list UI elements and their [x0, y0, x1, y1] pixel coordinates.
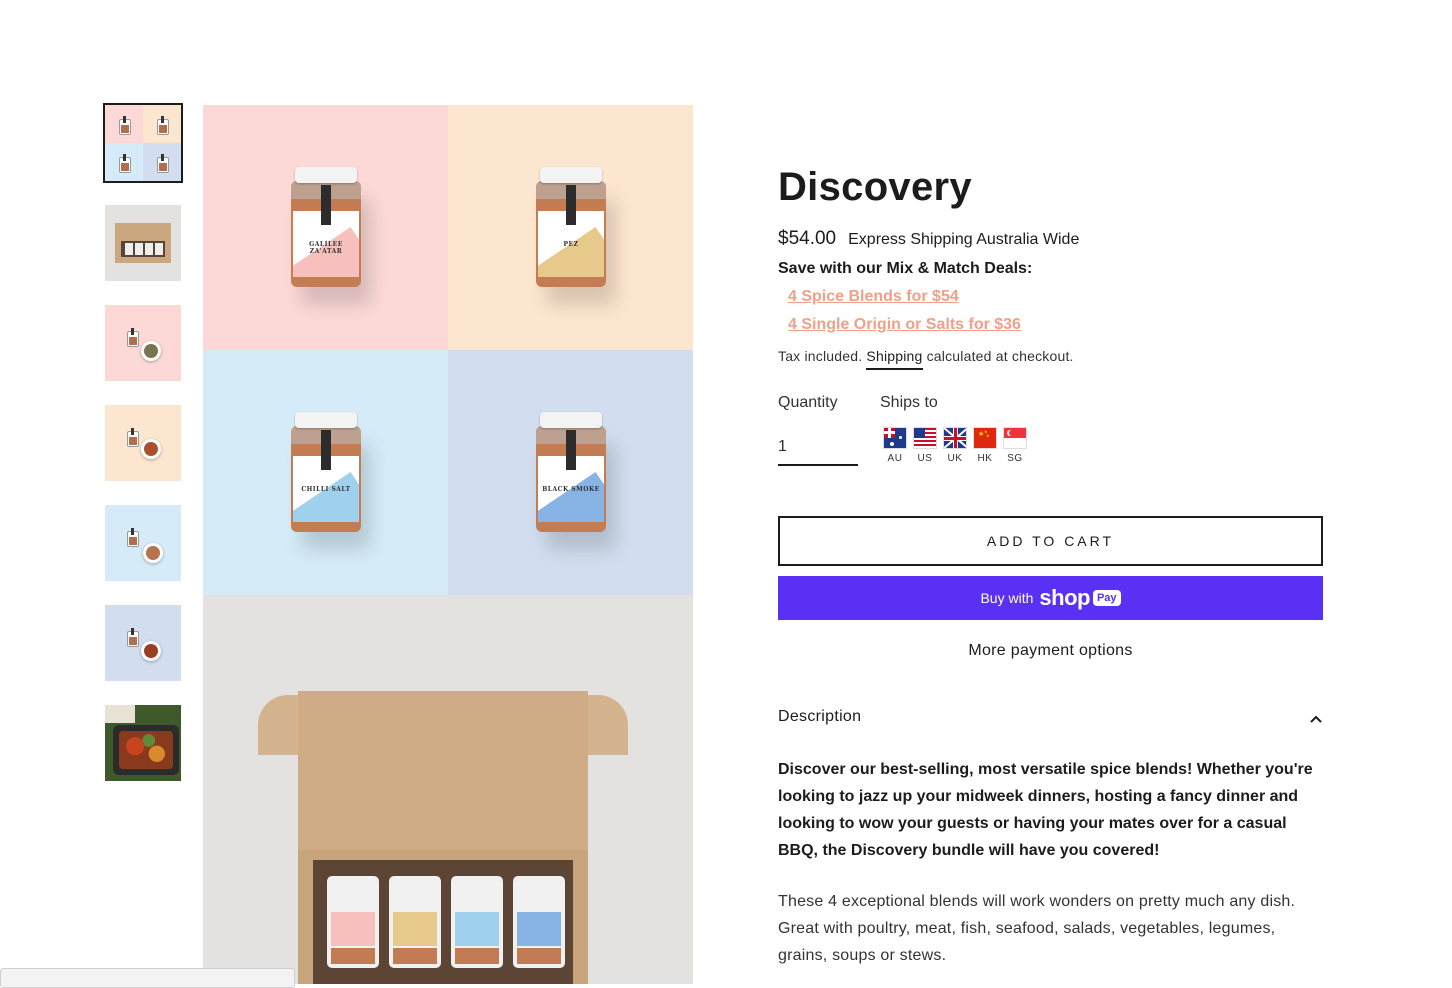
shop-pay-button[interactable]: Buy with shop Pay [778, 576, 1323, 620]
thumbnail-list [103, 103, 183, 805]
thumbnail-roast-dish[interactable] [105, 705, 181, 781]
product-info: Discovery $54.00 Express Shipping Austral… [778, 160, 1323, 969]
product-title: Discovery [778, 165, 972, 209]
jar-pez: PEZ [448, 105, 693, 350]
bottom-popup-tab[interactable] [0, 968, 295, 988]
shop-logo: shop [1039, 585, 1090, 610]
description-toggle[interactable]: Description [778, 708, 1323, 732]
jar-label: CHILLI SALT [301, 486, 351, 493]
thumbnail-gift-box[interactable] [105, 205, 181, 281]
chevron-up-icon [1310, 715, 1322, 723]
shipping-note: Express Shipping Australia Wide [848, 231, 1080, 248]
tax-suffix: calculated at checkout. [926, 348, 1074, 364]
thumbnail-pez-jar[interactable] [105, 405, 181, 481]
add-to-cart-button[interactable]: ADD TO CART [778, 516, 1323, 566]
deal-link-spice-blends[interactable]: 4 Spice Blends for $54 [788, 288, 1323, 306]
shipping-link[interactable]: Shipping [866, 348, 923, 370]
thumbnail-black-smoke-jar[interactable] [105, 605, 181, 681]
jar-black-smoke: BLACK SMOKE [448, 350, 693, 595]
flag-uk: UK [940, 427, 970, 464]
usa-flag-icon [913, 427, 937, 449]
tax-note: Tax included. Shipping calculated at che… [778, 348, 1323, 370]
flag-code: SG [1007, 453, 1023, 464]
flag-code: HK [977, 453, 993, 464]
flag-code: AU [887, 453, 903, 464]
flag-hk: ★ ★ ★ HK [970, 427, 1000, 464]
description-body: These 4 exceptional blends will work won… [778, 893, 1296, 964]
jar-label: PEZ [563, 241, 579, 248]
jar-label: GALILEE ZA'ATAR [309, 241, 343, 255]
flag-code: US [917, 453, 933, 464]
more-payment-options-link[interactable]: More payment options [778, 642, 1323, 660]
tax-prefix: Tax included. [778, 348, 863, 364]
uk-flag-icon [943, 427, 967, 449]
jar-chilli-salt: CHILLI SALT [203, 350, 448, 595]
description-lead: Discover our best-selling, most versatil… [778, 761, 1313, 859]
deals-heading: Save with our Mix & Match Deals: [778, 260, 1033, 277]
thumbnail-chilli-salt-jar[interactable] [105, 505, 181, 581]
product-price: $54.00 [778, 228, 837, 249]
gift-box-image [203, 595, 693, 984]
singapore-flag-icon [1003, 427, 1027, 449]
main-product-image[interactable]: GALILEE ZA'ATAR PEZ CHILLI SALT BLACK SM… [203, 105, 693, 984]
ships-to-label: Ships to [880, 394, 938, 411]
product-options: Quantity Ships to AU US [778, 394, 1323, 486]
flag-code: UK [947, 453, 963, 464]
quantity-label: Quantity [778, 394, 838, 411]
jar-galilee-zaatar: GALILEE ZA'ATAR [203, 105, 448, 350]
quantity-input[interactable] [778, 430, 858, 466]
hong-kong-flag-icon: ★ ★ ★ [973, 427, 997, 449]
flag-au: AU [880, 427, 910, 464]
buy-with-label: Buy with [980, 590, 1034, 606]
flag-sg: SG [1000, 427, 1030, 464]
australia-flag-icon [883, 427, 907, 449]
thumbnail-zaatar-jar[interactable] [105, 305, 181, 381]
ships-to-flags: AU US UK ★ ★ ★ HK SG [880, 427, 1030, 464]
jar-label: BLACK SMOKE [542, 486, 600, 493]
pay-badge: Pay [1092, 590, 1121, 606]
description-label: Description [778, 708, 862, 725]
deal-link-single-origin[interactable]: 4 Single Origin or Salts for $36 [788, 316, 1323, 334]
price-row: $54.00 Express Shipping Australia Wide [778, 228, 1323, 254]
flag-us: US [910, 427, 940, 464]
thumbnail-four-jars[interactable] [103, 103, 183, 183]
